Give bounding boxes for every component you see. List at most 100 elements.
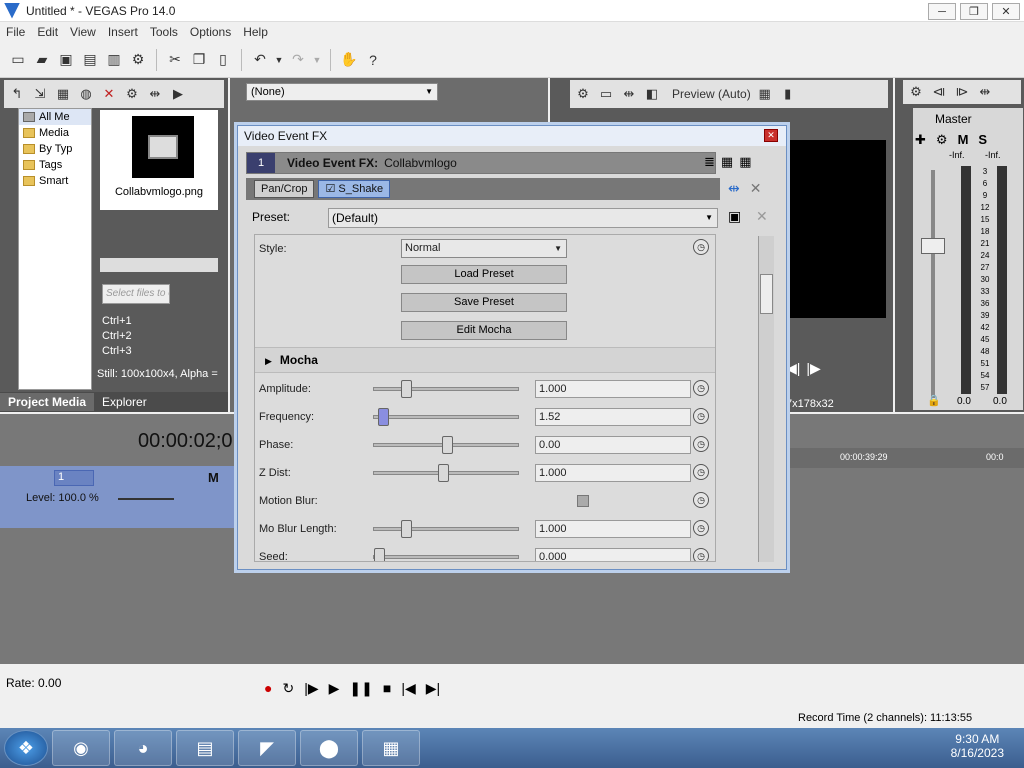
menu-view[interactable]: View (64, 25, 102, 39)
save-preset-icon[interactable]: ▣ (728, 208, 741, 225)
param-value-input[interactable]: 1.000 (535, 520, 691, 538)
go-to-end-icon[interactable]: ▶| (426, 680, 440, 697)
copy-snapshot-icon[interactable]: ▮ (779, 85, 797, 103)
menu-file[interactable]: File (0, 25, 31, 39)
vegas-taskbar-icon[interactable]: ◤ (238, 730, 296, 766)
open-icon[interactable]: ▰ (32, 50, 52, 70)
redo-icon[interactable]: ↷ (288, 50, 308, 70)
param-value-input[interactable]: 1.000 (535, 380, 691, 398)
param-value-input[interactable]: 0.000 (535, 548, 691, 561)
param-keyframe-icon[interactable]: ◷ (693, 380, 709, 396)
param-keyframe-icon[interactable]: ◷ (693, 408, 709, 424)
save-icon[interactable]: ▣ (56, 50, 76, 70)
menu-help[interactable]: Help (237, 25, 274, 39)
chain-pan-crop[interactable]: Pan/Crop (254, 180, 315, 198)
tab-explorer[interactable]: Explorer (94, 393, 155, 411)
play-from-start-icon[interactable]: |▶ (304, 680, 318, 697)
track-number[interactable]: 1 (54, 470, 94, 486)
tree-item-by-type[interactable]: By Typ (19, 141, 91, 157)
mixer-prev-icon[interactable]: ⧏ (930, 83, 948, 101)
mixer-properties-icon[interactable]: ⚙ (907, 83, 925, 101)
tree-item-smart[interactable]: Smart (19, 173, 91, 189)
load-preset-button[interactable]: Load Preset (401, 265, 567, 284)
menu-edit[interactable]: Edit (31, 25, 64, 39)
menu-tools[interactable]: Tools (144, 25, 184, 39)
overlays-icon[interactable]: ▦ (756, 85, 774, 103)
back-icon[interactable]: ↰ (8, 85, 26, 103)
enable-snapping-icon[interactable]: ✋ (339, 50, 359, 70)
capture-icon[interactable]: ▦ (54, 85, 72, 103)
video-app-icon[interactable]: ▦ (362, 730, 420, 766)
mixer-next-icon[interactable]: ⧐ (953, 83, 971, 101)
maximize-button[interactable]: ❐ (960, 3, 988, 20)
new-icon[interactable]: ▭ (8, 50, 28, 70)
master-fader[interactable] (921, 238, 945, 254)
stop-icon[interactable]: ■ (383, 680, 391, 697)
preview-fx-icon[interactable]: ⇹ (620, 85, 638, 103)
remove-plugin-icon[interactable]: ✕ (750, 180, 762, 197)
split-icon[interactable]: ⇹ (146, 85, 164, 103)
pause-icon[interactable]: ❚❚ (349, 680, 372, 697)
cut-icon[interactable]: ✂ (165, 50, 185, 70)
mixer-fx-icon[interactable]: ⇹ (976, 83, 994, 101)
loop-icon[interactable]: ↻ (282, 680, 294, 697)
master-fx-icon[interactable]: ✚ (915, 132, 926, 148)
render-icon[interactable]: ▥ (104, 50, 124, 70)
tree-item-all-media[interactable]: All Me (19, 109, 91, 125)
plugin-chain-icon[interactable]: ⇹ (728, 180, 740, 197)
param-keyframe-icon[interactable]: ◷ (693, 520, 709, 536)
close-window-button[interactable]: ✕ (992, 3, 1020, 20)
firefox-icon[interactable]: ◕ (114, 730, 172, 766)
master-mute-button[interactable]: M (958, 132, 969, 148)
minimize-button[interactable]: ─ (928, 3, 956, 20)
master-lock-icon[interactable]: 🔒 (927, 394, 941, 407)
param-slider[interactable] (373, 548, 519, 561)
param-value-input[interactable]: 1.000 (535, 464, 691, 482)
param-slider[interactable] (373, 380, 519, 398)
motion-blur-checkbox[interactable] (577, 495, 589, 507)
param-slider[interactable] (373, 464, 519, 482)
copy-icon[interactable]: ❐ (189, 50, 209, 70)
tree-item-tags[interactable]: Tags (19, 157, 91, 173)
preset-dropdown[interactable]: (Default) ▼ (328, 208, 718, 228)
menu-insert[interactable]: Insert (102, 25, 144, 39)
redo-dropdown-icon[interactable]: ▼ (312, 50, 322, 70)
go-to-start-icon[interactable]: |◀ (401, 680, 415, 697)
style-dropdown[interactable]: Normal ▼ (401, 239, 567, 258)
media-fx-icon[interactable]: ⚙ (123, 85, 141, 103)
properties-icon[interactable]: ⚙ (128, 50, 148, 70)
menu-options[interactable]: Options (184, 25, 237, 39)
preview-properties-icon[interactable]: ⚙ (574, 85, 592, 103)
file-explorer-icon[interactable]: ▤ (176, 730, 234, 766)
record-icon[interactable]: ● (264, 680, 272, 697)
save-as-icon[interactable]: ▤ (80, 50, 100, 70)
chain-s-shake[interactable]: ☑ S_Shake (318, 180, 391, 198)
param-slider-thumb[interactable] (401, 520, 413, 538)
help-icon[interactable]: ? (363, 50, 383, 70)
remove-icon[interactable]: ✕ (100, 85, 118, 103)
web-icon[interactable]: ◍ (77, 85, 95, 103)
play-icon[interactable]: ▶ (329, 680, 340, 697)
param-value-input[interactable]: 1.52 (535, 408, 691, 426)
plugin-dropdown[interactable]: (None) ▼ (246, 83, 438, 101)
tag-search-input[interactable]: Select files to edit tags (102, 284, 170, 304)
view-tiles-icon[interactable]: ▦ (739, 154, 751, 170)
recorder-icon[interactable]: ⬤ (300, 730, 358, 766)
param-slider[interactable] (373, 408, 519, 426)
previous-frame-icon[interactable]: ◀| (786, 360, 800, 377)
tree-item-media[interactable]: Media (19, 125, 91, 141)
start-button[interactable]: ❖ (4, 730, 48, 766)
master-solo-button[interactable]: S (978, 132, 987, 148)
master-fx-chain-icon[interactable]: ⚙ (936, 132, 948, 148)
fx-enable-checkbox-icon[interactable]: ☑ (325, 183, 335, 195)
view-list-icon[interactable]: ≣ (704, 154, 715, 170)
style-keyframe-icon[interactable]: ◷ (693, 239, 709, 255)
split-screen-icon[interactable]: ◧ (643, 85, 661, 103)
undo-icon[interactable]: ↶ (250, 50, 270, 70)
param-value-input[interactable]: 0.00 (535, 436, 691, 454)
param-slider-thumb[interactable] (442, 436, 453, 454)
track-mute-button[interactable]: M (208, 470, 219, 485)
preview-quality-dropdown[interactable]: Preview (Auto) (672, 87, 751, 101)
param-slider-thumb[interactable] (378, 408, 390, 426)
chrome-icon[interactable]: ◉ (52, 730, 110, 766)
